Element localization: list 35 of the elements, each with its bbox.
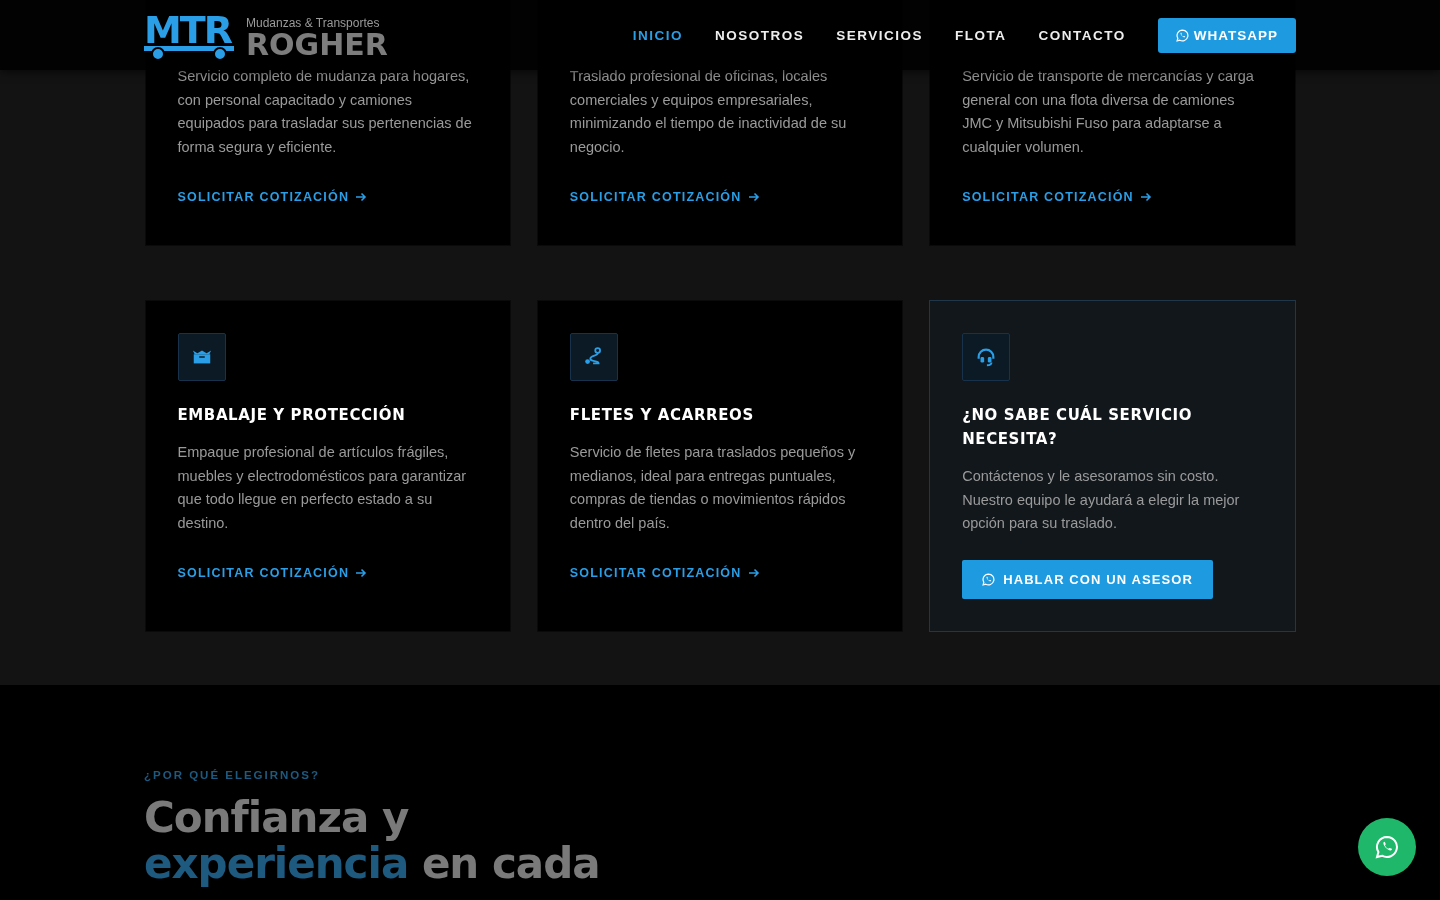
arrow-right-icon: [747, 567, 760, 579]
card-description: Contáctenos y le asesoramos sin costo. Nuestro equipo le ayudará a elegir la mejor opción para su traslado.: [962, 467, 1241, 533]
nav-link[interactable]: SERVICIOS: [836, 27, 923, 43]
whatsapp-chat-button[interactable]: [1358, 818, 1416, 876]
quote-link[interactable]: SOLICITAR COTIZACIÓN: [177, 566, 368, 580]
nav-link[interactable]: FLOTA: [955, 27, 1007, 43]
card-title: FLETES Y ACARREOS: [569, 405, 755, 426]
card-title: EMBALAJE Y PROTECCIÓN: [177, 404, 407, 426]
arrow-right-icon: [355, 191, 368, 203]
card-description: Servicio completo de mudanza para hogares, con personal capacitado y camiones equipados para trasladar sus pertenencias de forma segura y eficiente.: [177, 67, 473, 157]
logo-tagline: Mudanzas & Transportes: [246, 17, 381, 30]
quote-link[interactable]: SOLICITAR COTIZACIÓN: [177, 190, 368, 204]
section-heading: Confianza y experiencia en cada: [144, 794, 601, 887]
card-description: Servicio de transporte de mercancías y carga general con una flota diversa de camiones JMC y Mitsubishi Fuso para adaptarse a cualquier volumen.: [962, 67, 1255, 157]
card-description: Empaque profesional de artículos frágiles, muebles y electrodomésticos para garantizar que todo llegue en perfecto estado a su destino.: [177, 443, 468, 533]
section-eyebrow: ¿POR QUÉ ELEGIRNOS?: [144, 768, 321, 781]
route-icon: [569, 333, 618, 381]
box-icon: [177, 333, 226, 381]
whatsapp-icon: [982, 572, 996, 586]
nav-link[interactable]: INICIO: [632, 27, 683, 43]
quote-link[interactable]: SOLICITAR COTIZACIÓN: [569, 190, 760, 204]
card-description: Servicio de fletes para traslados pequeños y medianos, ideal para entregas puntuales, compras de tiendas o movimientos rápidos dentro del país.: [569, 443, 857, 533]
card-title: ¿NO SABE CUÁL SERVICIO NECESITA?: [962, 404, 1194, 450]
whatsapp-icon: [1375, 835, 1399, 859]
nav-link[interactable]: CONTACTO: [1038, 27, 1126, 43]
arrow-right-icon: [747, 191, 760, 203]
quote-link[interactable]: SOLICITAR COTIZACIÓN: [962, 190, 1152, 204]
logo-name: ROGHER: [246, 30, 388, 60]
quote-link[interactable]: SOLICITAR COTIZACIÓN: [569, 566, 760, 580]
nav-link[interactable]: NOSOTROS: [714, 27, 805, 43]
whatsapp-icon: [1175, 28, 1189, 42]
arrow-right-icon: [1139, 191, 1152, 203]
headset-icon: [962, 333, 1011, 381]
card-description: Traslado profesional de oficinas, locales comerciales y equipos empresariales, minimizando el tiempo de inactividad de su negocio.: [569, 67, 848, 157]
arrow-right-icon: [355, 567, 368, 579]
